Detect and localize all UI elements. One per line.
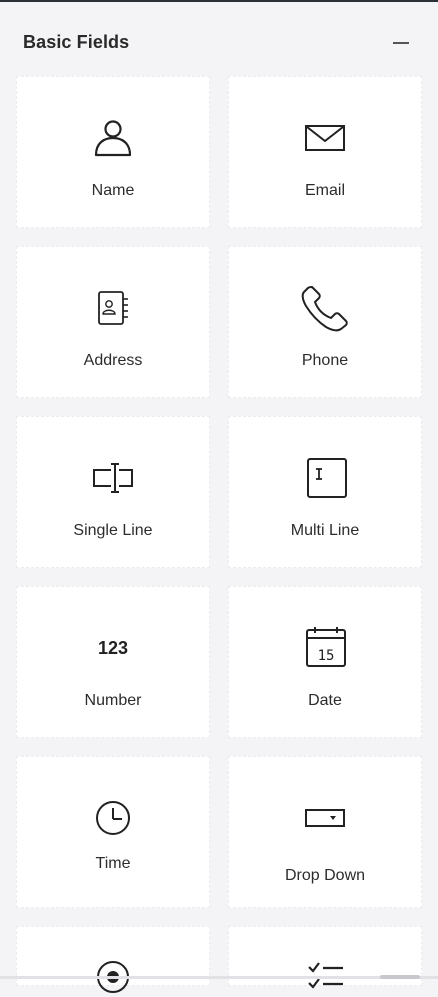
phone-icon bbox=[300, 283, 350, 333]
field-card-name[interactable]: Name bbox=[16, 76, 210, 228]
field-label: Time bbox=[95, 855, 131, 872]
single-line-input-icon bbox=[88, 453, 138, 503]
field-label: Multi Line bbox=[290, 522, 360, 539]
number-icon: 123 bbox=[88, 623, 138, 673]
field-label: Date bbox=[308, 692, 342, 709]
field-card-drop-down[interactable]: Drop Down bbox=[228, 756, 422, 908]
field-card-date[interactable]: 15 Date bbox=[228, 586, 422, 738]
number-glyph: 123 bbox=[97, 637, 129, 658]
minus-icon[interactable] bbox=[388, 30, 414, 56]
multi-line-input-icon bbox=[300, 453, 350, 503]
field-label: Phone bbox=[301, 352, 349, 369]
calendar-day-text: 15 bbox=[318, 648, 335, 664]
field-label: Email bbox=[304, 182, 345, 199]
field-card-phone[interactable]: Phone bbox=[228, 246, 422, 398]
field-card-single-line[interactable]: Single Line bbox=[16, 416, 210, 568]
panel-header: Basic Fields bbox=[0, 2, 438, 72]
field-label: Number bbox=[84, 692, 142, 709]
scrollbar-thumb[interactable] bbox=[380, 975, 420, 979]
dropdown-icon bbox=[300, 793, 350, 843]
field-label: Drop Down bbox=[284, 867, 366, 884]
field-label: Name bbox=[91, 182, 135, 199]
envelope-icon bbox=[300, 113, 350, 163]
field-label: Single Line bbox=[73, 522, 153, 539]
field-card-multi-line[interactable]: Multi Line bbox=[228, 416, 422, 568]
calendar-icon: 15 bbox=[300, 623, 350, 673]
panel-title: Basic Fields bbox=[23, 32, 130, 52]
clock-icon bbox=[88, 793, 138, 843]
user-icon bbox=[88, 113, 138, 163]
address-book-icon bbox=[88, 283, 138, 333]
field-card-email[interactable]: Email bbox=[228, 76, 422, 228]
field-card-time[interactable]: Time bbox=[16, 756, 210, 908]
field-card-number[interactable]: 123 Number bbox=[16, 586, 210, 738]
field-label: Address bbox=[83, 352, 143, 369]
field-card-address[interactable]: Address bbox=[16, 246, 210, 398]
